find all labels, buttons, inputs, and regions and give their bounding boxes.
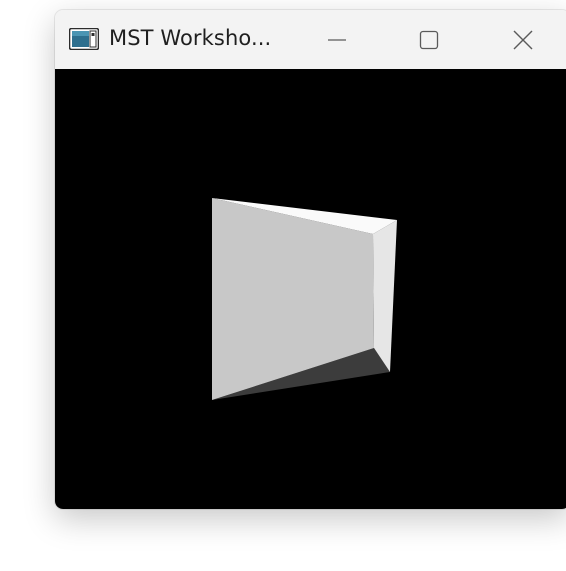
app-window: MST Worksho... bbox=[55, 10, 566, 509]
close-icon bbox=[513, 30, 532, 49]
render-viewport[interactable] bbox=[55, 69, 566, 509]
title-bar[interactable]: MST Worksho... bbox=[55, 10, 566, 69]
app-window-icon bbox=[69, 28, 99, 50]
box-right-face bbox=[373, 220, 397, 372]
desktop: MST Worksho... bbox=[0, 0, 566, 571]
maximize-button[interactable] bbox=[383, 10, 475, 69]
close-button[interactable] bbox=[475, 10, 566, 69]
minimize-icon bbox=[328, 38, 346, 41]
3d-scene bbox=[212, 198, 397, 400]
window-title: MST Worksho... bbox=[109, 26, 272, 50]
minimize-button[interactable] bbox=[291, 10, 383, 69]
maximize-icon bbox=[419, 30, 439, 49]
